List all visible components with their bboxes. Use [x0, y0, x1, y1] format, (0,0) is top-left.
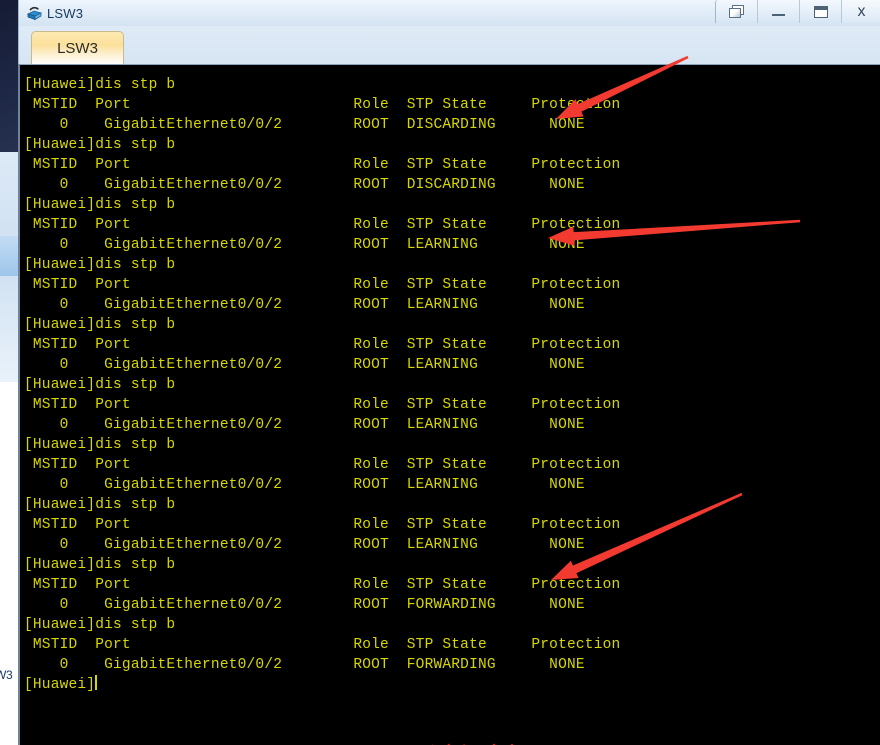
terminal-line: 0 GigabitEthernet0/0/2 ROOT LEARNING NON… — [24, 477, 585, 493]
terminal-line: MSTID Port Role STP State Protection — [24, 397, 621, 413]
tab-strip: LSW3 — [19, 26, 880, 64]
terminal-line: 0 GigabitEthernet0/0/2 ROOT LEARNING NON… — [24, 537, 585, 553]
terminal-line: [Huawei]dis stp b — [24, 437, 176, 453]
tab-lsw3[interactable]: LSW3 — [31, 31, 124, 64]
switch-icon — [25, 4, 43, 22]
terminal-line: 0 GigabitEthernet0/0/2 ROOT DISCARDING N… — [24, 117, 585, 133]
terminal-line: [Huawei]dis stp b — [24, 617, 176, 633]
terminal-line: [Huawei] — [24, 675, 98, 693]
terminal-line: 0 GigabitEthernet0/0/2 ROOT LEARNING NON… — [24, 297, 585, 313]
maximize-button[interactable] — [799, 0, 841, 23]
terminal-output: [Huawei]dis stp b MSTID Port Role STP St… — [24, 69, 880, 745]
terminal-cursor — [95, 675, 98, 690]
terminal-line: MSTID Port Role STP State Protection — [24, 577, 621, 593]
terminal-line: [Huawei]dis stp b — [24, 557, 176, 573]
maximize-icon — [813, 5, 828, 18]
terminal-line: 0 GigabitEthernet0/0/2 ROOT LEARNING NON… — [24, 237, 585, 253]
annotation-note: 过程大概 30S — [429, 737, 591, 745]
terminal-line: 0 GigabitEthernet0/0/2 ROOT FORWARDING N… — [24, 597, 585, 613]
window-title: LSW3 — [47, 5, 84, 21]
terminal-line: [Huawei]dis stp b — [24, 137, 176, 153]
terminal-line: 0 GigabitEthernet0/0/2 ROOT DISCARDING N… — [24, 177, 585, 193]
restore-icon — [729, 5, 744, 18]
screen: W3 LSW3 x LSW3 [Huawei]dis stp b MSTID P… — [0, 0, 880, 745]
window-controls: x — [715, 0, 880, 23]
terminal-line: [Huawei]dis stp b — [24, 77, 176, 93]
terminal-line: MSTID Port Role STP State Protection — [24, 637, 621, 653]
terminal-line: [Huawei]dis stp b — [24, 257, 176, 273]
terminal-line: [Huawei]dis stp b — [24, 497, 176, 513]
terminal-line: MSTID Port Role STP State Protection — [24, 337, 621, 353]
tab-label: LSW3 — [57, 39, 98, 57]
terminal-line: 0 GigabitEthernet0/0/2 ROOT FORWARDING N… — [24, 657, 585, 673]
terminal-line: [Huawei]dis stp b — [24, 197, 176, 213]
terminal-line: MSTID Port Role STP State Protection — [24, 517, 621, 533]
close-button[interactable]: x — [841, 0, 880, 23]
terminal-line: MSTID Port Role STP State Protection — [24, 457, 621, 473]
minimize-icon — [772, 14, 785, 16]
terminal-line: MSTID Port Role STP State Protection — [24, 217, 621, 233]
title-bar: LSW3 x — [19, 0, 880, 26]
terminal-line: MSTID Port Role STP State Protection — [24, 277, 621, 293]
terminal-line: MSTID Port Role STP State Protection — [24, 157, 621, 173]
terminal-console[interactable]: [Huawei]dis stp b MSTID Port Role STP St… — [18, 64, 880, 745]
terminal-line: 0 GigabitEthernet0/0/2 ROOT LEARNING NON… — [24, 417, 585, 433]
terminal-line: 0 GigabitEthernet0/0/2 ROOT LEARNING NON… — [24, 357, 585, 373]
restore-button[interactable] — [715, 0, 757, 23]
close-icon: x — [857, 2, 866, 20]
terminal-line: MSTID Port Role STP State Protection — [24, 97, 621, 113]
minimize-button[interactable] — [757, 0, 799, 23]
terminal-line: [Huawei]dis stp b — [24, 377, 176, 393]
terminal-line: [Huawei]dis stp b — [24, 317, 176, 333]
